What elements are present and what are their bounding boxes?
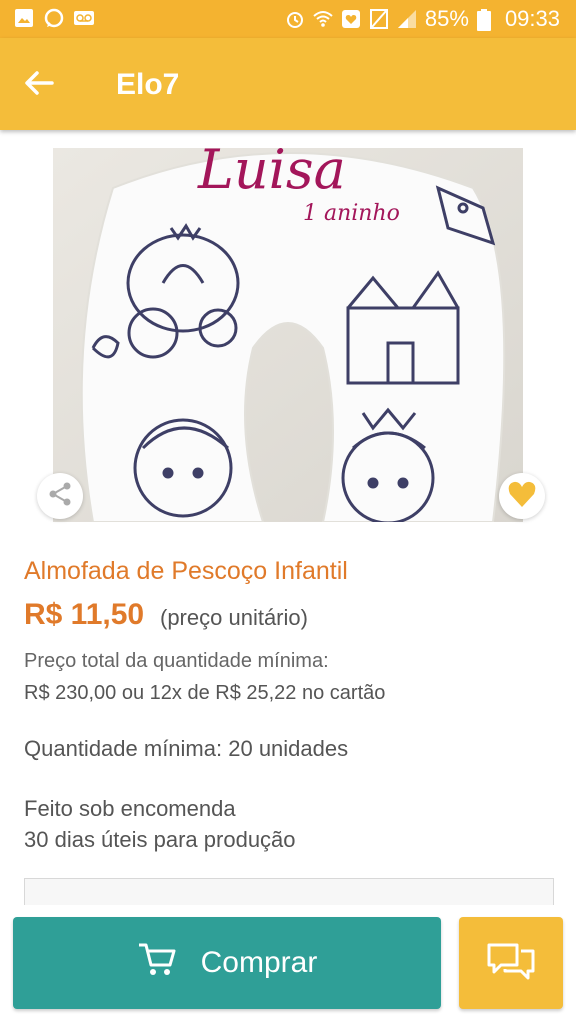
- min-quantity: Quantidade mínima: 20 unidades: [24, 736, 348, 762]
- product-price: R$ 11,50: [24, 598, 145, 631]
- whatsapp-icon: [44, 8, 64, 28]
- image-sub-text: 1 aninho: [303, 201, 400, 226]
- arrow-left-icon[interactable]: [22, 66, 56, 100]
- wifi-icon: [313, 9, 333, 29]
- app-bar: Elo7: [0, 38, 576, 130]
- min-quantity-value: 20 unidades: [228, 736, 349, 761]
- signal-icon: [397, 9, 417, 29]
- production-time-text: 30 dias úteis para produção: [24, 827, 296, 852]
- alarm-icon: [285, 9, 305, 29]
- status-time: 09:33: [504, 6, 560, 31]
- share-icon: [47, 481, 73, 512]
- image-icon: [14, 8, 34, 28]
- cart-icon: [137, 941, 177, 985]
- product-image[interactable]: Luisa 1 aninho: [53, 148, 523, 522]
- buy-button-label: Comprar: [200, 946, 318, 979]
- made-to-order-text: Feito sob encomenda: [24, 796, 236, 821]
- battery-percent: 85%: [424, 6, 469, 31]
- heart-box-icon: [341, 9, 361, 29]
- production-info: Feito sob encomenda 30 dias úteis para p…: [24, 793, 296, 855]
- status-bar: 85% 09:33: [0, 0, 576, 38]
- price-note: (preço unitário): [160, 605, 308, 630]
- voicemail-icon: [74, 8, 94, 28]
- total-price-label: Preço total da quantidade mínima:: [24, 650, 329, 672]
- favorite-button[interactable]: [499, 473, 545, 519]
- product-title: Almofada de Pescoço Infantil: [24, 557, 348, 585]
- image-name-text: Luisa: [197, 148, 346, 201]
- share-button[interactable]: [37, 473, 83, 519]
- battery-icon: [476, 9, 497, 31]
- chat-icon: [485, 939, 537, 988]
- total-price-value: R$ 230,00 ou 12x de R$ 25,22 no cartão: [24, 682, 386, 704]
- buy-button[interactable]: Comprar: [13, 917, 441, 1009]
- heart-icon: [507, 480, 537, 513]
- app-title: Elo7: [116, 68, 180, 101]
- min-quantity-label: Quantidade mínima:: [24, 736, 223, 761]
- no-sim-icon: [369, 9, 389, 29]
- chat-button[interactable]: [459, 917, 563, 1009]
